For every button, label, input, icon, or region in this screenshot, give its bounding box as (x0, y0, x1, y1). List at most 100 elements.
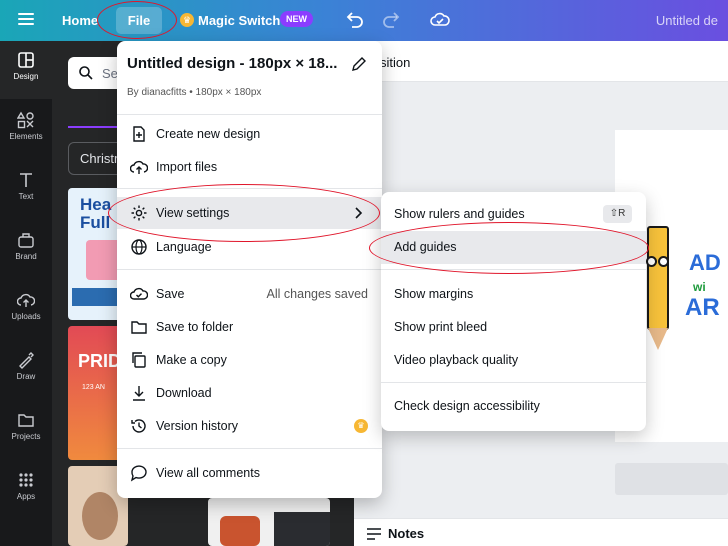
text-icon (20, 173, 32, 187)
globe-icon (131, 239, 147, 255)
menu-item-label: View settings (156, 206, 230, 220)
cloud-upload-icon (130, 160, 148, 174)
rail-label: Brand (15, 252, 37, 261)
rail-item-draw[interactable]: Draw (0, 341, 52, 399)
undo-icon[interactable] (343, 9, 365, 31)
save-status: All changes saved (266, 287, 368, 301)
history-icon (131, 419, 146, 433)
rail-label: Projects (11, 432, 41, 441)
logo-lettering: AD (689, 250, 721, 275)
submenu-item-label: Show margins (394, 287, 474, 301)
submenu-item-show-margins[interactable]: Show margins (381, 278, 646, 311)
rail-item-elements[interactable]: Elements (0, 101, 52, 159)
submenu-item-video-playback-quality[interactable]: Video playback quality (381, 344, 646, 377)
menu-item-save-to-folder[interactable]: Save to folder (117, 311, 382, 343)
cloud-saved-icon[interactable] (429, 9, 451, 31)
menu-design-title: Untitled design - 180px × 18... (127, 55, 338, 72)
search-icon (79, 66, 93, 80)
gear-icon (131, 205, 147, 221)
check-circle-icon (130, 287, 148, 300)
menu-divider (381, 382, 646, 383)
menu-item-language[interactable]: Language (117, 231, 382, 263)
submenu-item-add-guides[interactable]: Add guides (381, 231, 646, 264)
search-placeholder: Se (102, 66, 118, 81)
menu-divider (117, 269, 382, 270)
home-link[interactable]: Home (62, 0, 98, 41)
download-icon (133, 386, 145, 401)
menu-item-label: Import files (156, 160, 218, 174)
menu-design-subtitle: By dianacfitts • 180px × 180px (127, 87, 262, 98)
upload-icon (17, 293, 35, 307)
menu-item-view-all-comments[interactable]: View all comments (117, 457, 382, 489)
shortcut-hint: ⇧R (603, 205, 632, 223)
rail-item-uploads[interactable]: Uploads (0, 281, 52, 339)
submenu-item-label: Video playback quality (394, 353, 519, 367)
rail-item-design[interactable]: Design (0, 41, 52, 99)
thumbnail-subtitle: 123 AN (82, 384, 105, 391)
rail-item-brand[interactable]: Brand (0, 221, 52, 279)
rail-label: Design (13, 72, 39, 81)
thumbnail-image (220, 516, 260, 546)
rail-label: Apps (16, 492, 36, 501)
menu-item-make-a-copy[interactable]: Make a copy (117, 344, 382, 376)
redo-icon[interactable] (381, 9, 403, 31)
hamburger-menu-icon[interactable] (16, 10, 36, 30)
apps-icon (19, 473, 33, 487)
thumbnail-title: Hea Full (80, 195, 112, 232)
submenu-item-label: Show print bleed (394, 320, 488, 334)
menu-item-label: Download (156, 386, 212, 400)
thumbnail-title: PRID (78, 351, 122, 371)
logo-lettering: AR (685, 294, 720, 321)
left-rail: Design Elements Text Brand Uploads Draw … (0, 41, 52, 546)
menu-item-create-new-design[interactable]: Create new design (117, 118, 382, 150)
menu-item-version-history[interactable]: Version history ♛ (117, 410, 382, 442)
rail-label: Uploads (11, 312, 41, 321)
folder-icon (18, 414, 34, 427)
add-page-bar[interactable] (615, 463, 728, 495)
submenu-item-show-print-bleed[interactable]: Show print bleed (381, 311, 646, 344)
menu-item-label: Create new design (156, 127, 261, 141)
rail-label: Elements (9, 132, 43, 141)
menu-item-label: Version history (156, 419, 238, 433)
menu-item-download[interactable]: Download (117, 377, 382, 409)
menu-divider (117, 114, 382, 115)
menu-divider (117, 188, 382, 189)
draw-icon (19, 352, 34, 369)
top-bar: Home File ♛ Magic Switch NEW Untitled de (0, 0, 728, 41)
menu-item-import-files[interactable]: Import files (117, 151, 382, 183)
menu-item-save[interactable]: Save All changes saved (117, 278, 382, 310)
rail-label: Draw (16, 372, 36, 381)
template-thumbnail[interactable] (208, 498, 330, 546)
notes-button[interactable]: Notes (388, 526, 424, 541)
notes-icon (367, 528, 381, 540)
comment-icon (130, 465, 147, 482)
menu-divider (117, 448, 382, 449)
menu-item-label: Make a copy (156, 353, 227, 367)
rail-item-text[interactable]: Text (0, 161, 52, 219)
thumbnail-image (82, 492, 118, 540)
position-button[interactable]: sition (380, 55, 410, 70)
menu-item-label: Save to folder (156, 320, 234, 334)
crown-icon: ♛ (354, 419, 368, 433)
submenu-item-label: Add guides (394, 240, 457, 254)
submenu-item-check-accessibility[interactable]: Check design accessibility (381, 390, 646, 423)
chevron-right-icon (355, 207, 363, 219)
file-menu-button[interactable]: File (116, 7, 162, 34)
crown-icon: ♛ (180, 13, 194, 27)
document-title[interactable]: Untitled de (656, 0, 718, 41)
menu-item-label: View all comments (156, 466, 260, 480)
rail-item-projects[interactable]: Projects (0, 401, 52, 459)
shapes-icon (17, 111, 34, 129)
menu-divider (381, 269, 646, 270)
submenu-item-label: Show rulers and guides (394, 207, 525, 221)
pencil-illustration (643, 226, 673, 360)
menu-item-view-settings[interactable]: View settings (117, 197, 382, 229)
pencil-edit-icon[interactable] (351, 56, 367, 72)
folder-icon (131, 321, 147, 334)
plus-page-icon (133, 126, 145, 142)
rail-item-apps[interactable]: Apps (0, 461, 52, 519)
magic-switch-button[interactable]: ♛ Magic Switch (180, 10, 280, 30)
new-badge: NEW (280, 11, 313, 27)
copy-icon (132, 352, 146, 368)
brand-icon (18, 233, 34, 248)
